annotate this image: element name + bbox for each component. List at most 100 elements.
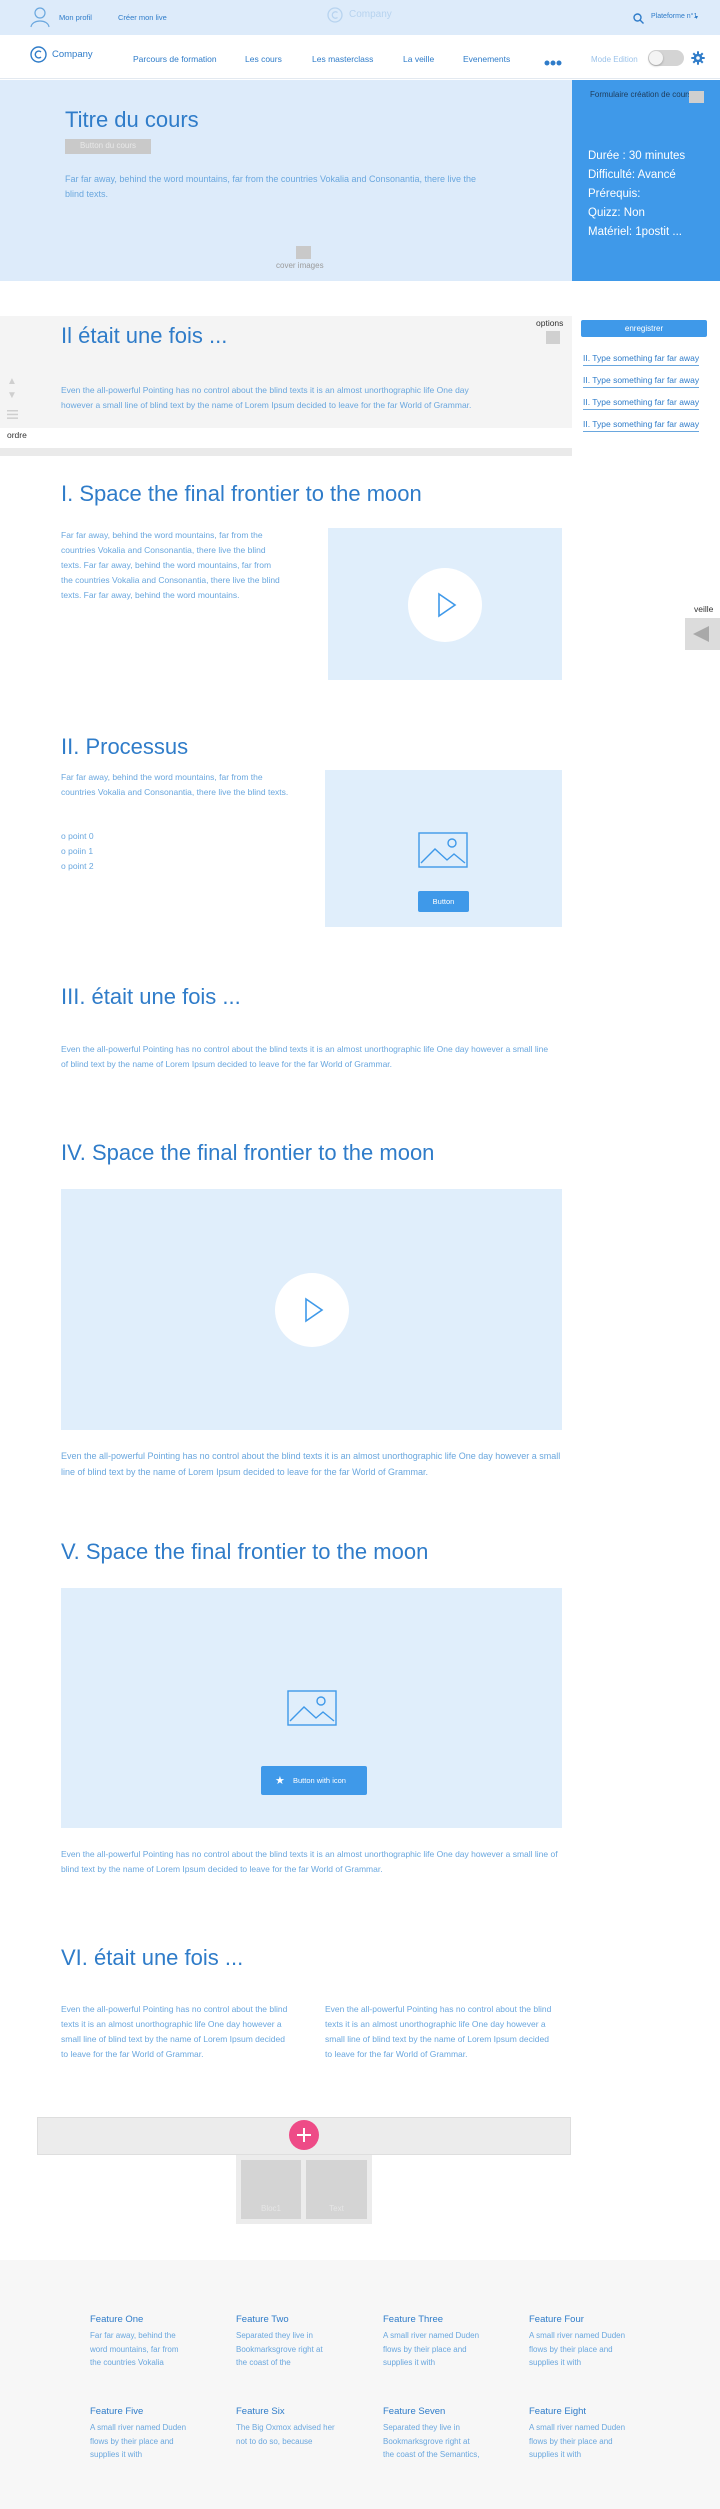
side-link-1[interactable]: II. Type something far far away	[583, 353, 700, 366]
form-close-box[interactable]	[689, 91, 704, 103]
options-box[interactable]	[546, 331, 560, 344]
star-icon: ★	[275, 1775, 285, 1787]
veille-tab[interactable]	[685, 618, 720, 650]
image-card-2: Button	[325, 770, 562, 927]
course-button[interactable]: Button du cours	[65, 139, 151, 154]
brand-logo-icon[interactable]	[30, 46, 47, 63]
image-card-5: ★ Button with icon	[61, 1588, 562, 1828]
company-logo-text: Company	[349, 9, 392, 20]
feature-6: Feature Six The Big Oxmox advised her no…	[236, 2406, 346, 2448]
feature-title[interactable]: Feature Eight	[529, 2406, 639, 2417]
chevron-left-icon[interactable]	[692, 625, 710, 643]
play-button-large[interactable]	[275, 1273, 349, 1347]
side-link-2[interactable]: II. Type something far far away	[583, 375, 700, 388]
card-button[interactable]: Button	[418, 891, 469, 912]
block-tile-2[interactable]: Text	[306, 2160, 367, 2219]
search-icon[interactable]	[633, 11, 644, 24]
info-material: Matériel: 1postit ...	[588, 226, 682, 238]
button-with-icon-label: Button with icon	[293, 1776, 346, 1785]
platform-select[interactable]: Plateforme n°1	[651, 13, 697, 20]
video-placeholder-1[interactable]	[328, 528, 562, 680]
image-icon	[418, 832, 468, 868]
top-bar: Mon profil Créer mon live Company Platef…	[0, 0, 720, 35]
order-label: ordre	[7, 430, 27, 440]
block-tile-1[interactable]: Bloc1	[241, 2160, 301, 2219]
section-5-title[interactable]: V. Space the final frontier to the moon	[61, 1539, 428, 1565]
gear-icon[interactable]	[691, 51, 705, 65]
feature-title[interactable]: Feature Five	[90, 2406, 200, 2417]
section-6-col-1[interactable]: Even the all-powerful Pointing has no co…	[61, 2002, 289, 2062]
section-5-text[interactable]: Even the all-powerful Pointing has no co…	[61, 1847, 561, 1877]
nav-link-masterclass[interactable]: Les masterclass	[312, 54, 373, 64]
side-link-3[interactable]: II. Type something far far away	[583, 397, 700, 410]
play-button[interactable]	[408, 568, 482, 642]
section-3-text[interactable]: Even the all-powerful Pointing has no co…	[61, 1042, 551, 1072]
create-live-link[interactable]: Créer mon live	[118, 13, 167, 22]
section-1-title[interactable]: I. Space the final frontier to the moon	[61, 481, 422, 507]
feature-text: The Big Oxmox advised her not to do so, …	[236, 2423, 335, 2446]
info-prereq: Prérequis:	[588, 188, 641, 200]
toggle-knob	[649, 51, 663, 65]
play-icon	[437, 592, 457, 618]
drag-handle-icon[interactable]	[7, 406, 18, 419]
feature-title[interactable]: Feature One	[90, 2314, 200, 2325]
point-item-1: o poiin 1	[61, 846, 94, 856]
more-dots-icon[interactable]	[544, 53, 562, 66]
main-nav: Company Parcours de formation Les cours …	[0, 35, 720, 79]
section-6-col-2[interactable]: Even the all-powerful Pointing has no co…	[325, 2002, 553, 2062]
section-1-text[interactable]: Far far away, behind the word mountains,…	[61, 528, 281, 603]
nav-link-veille[interactable]: La veille	[403, 54, 434, 64]
story-title[interactable]: Il était une fois ...	[61, 323, 227, 349]
story-section: Il était une fois ... Even the all-power…	[0, 316, 572, 428]
chevron-down-icon[interactable]: ▾	[695, 14, 698, 21]
cover-images-label[interactable]: cover images	[276, 261, 324, 270]
button-with-icon[interactable]: ★ Button with icon	[261, 1766, 367, 1795]
feature-title[interactable]: Feature Six	[236, 2406, 346, 2417]
arrow-down-icon[interactable]: ▼	[7, 390, 17, 401]
veille-label: veille	[694, 604, 714, 614]
section-3-title[interactable]: III. était une fois ...	[61, 984, 241, 1010]
mode-edition-label: Mode Edition	[591, 55, 638, 64]
nav-link-parcours[interactable]: Parcours de formation	[133, 54, 217, 64]
info-duration: Durée : 30 minutes	[588, 150, 686, 162]
feature-title[interactable]: Feature Seven	[383, 2406, 493, 2417]
form-title: Formulaire création de cours	[590, 90, 692, 99]
brand-name[interactable]: Company	[52, 49, 93, 60]
side-link-4[interactable]: II. Type something far far away	[583, 419, 700, 432]
arrow-up-icon[interactable]: ▲	[7, 376, 17, 387]
footer: Feature One Far far away, behind the wor…	[0, 2260, 720, 2509]
feature-title[interactable]: Feature Three	[383, 2314, 493, 2325]
feature-text: Separated they live in Bookmarksgrove ri…	[383, 2423, 480, 2459]
block-tile-1-label: Bloc1	[260, 2204, 281, 2213]
feature-3: Feature Three A small river named Duden …	[383, 2314, 493, 2370]
story-text[interactable]: Even the all-powerful Pointing has no co…	[61, 383, 501, 413]
course-description: Far far away, behind the word mountains,…	[65, 174, 477, 199]
user-icon[interactable]	[30, 6, 50, 28]
feature-title[interactable]: Feature Two	[236, 2314, 346, 2325]
mode-edition-toggle[interactable]	[648, 50, 684, 66]
info-difficulty: Difficulté: Avancé	[588, 169, 676, 181]
section-4-title[interactable]: IV. Space the final frontier to the moon	[61, 1140, 434, 1166]
profile-link[interactable]: Mon profil	[59, 13, 92, 22]
feature-text: Separated they live in Bookmarksgrove ri…	[236, 2331, 323, 2367]
company-logo-icon	[327, 7, 343, 23]
course-title[interactable]: Titre du cours	[65, 107, 199, 133]
image-icon	[287, 1690, 337, 1726]
video-placeholder-4[interactable]	[61, 1189, 562, 1430]
section-6-title[interactable]: VI. était une fois ...	[61, 1945, 243, 1971]
nav-link-cours[interactable]: Les cours	[245, 54, 282, 64]
save-button[interactable]: enregistrer	[581, 320, 707, 337]
feature-4: Feature Four A small river named Duden f…	[529, 2314, 639, 2370]
feature-5: Feature Five A small river named Duden f…	[90, 2406, 200, 2462]
options-label[interactable]: options	[536, 318, 563, 328]
feature-text: A small river named Duden flows by their…	[90, 2423, 187, 2459]
cover-image-placeholder[interactable]	[296, 246, 311, 259]
feature-title[interactable]: Feature Four	[529, 2314, 639, 2325]
nav-link-evenements[interactable]: Evenements	[463, 54, 510, 64]
section-2-title[interactable]: II. Processus	[61, 734, 188, 760]
feature-8: Feature Eight A small river named Duden …	[529, 2406, 639, 2462]
section-2-text[interactable]: Far far away, behind the word mountains,…	[61, 770, 291, 800]
feature-text: A small river named Duden flows by their…	[529, 2331, 626, 2367]
section-4-text[interactable]: Even the all-powerful Pointing has no co…	[61, 1448, 561, 1480]
add-block-button[interactable]	[289, 2120, 319, 2150]
